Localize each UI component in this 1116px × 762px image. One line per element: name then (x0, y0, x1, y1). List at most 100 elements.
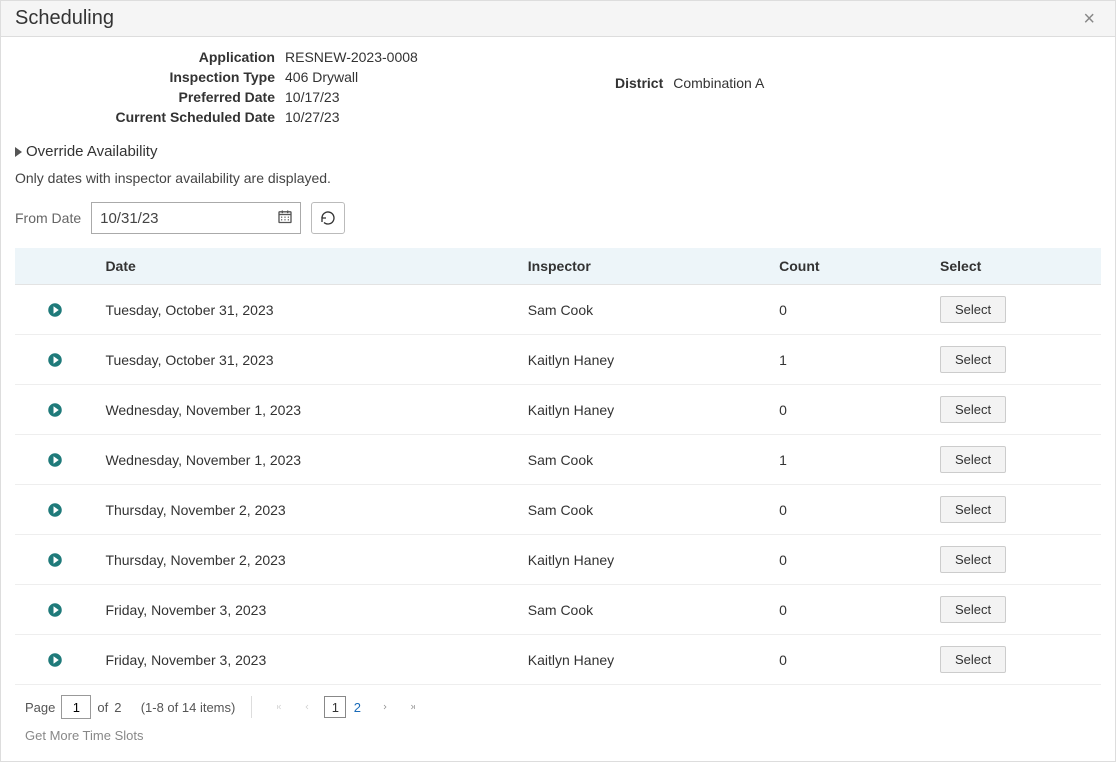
select-button[interactable]: Select (940, 446, 1006, 473)
row-count: 0 (769, 635, 930, 685)
table-body: Tuesday, October 31, 2023Sam Cook0Select… (15, 285, 1101, 685)
pager-footer: Page of 2 (1-8 of 14 items) 12 (15, 685, 1101, 725)
row-date: Thursday, November 2, 2023 (95, 485, 517, 535)
row-icon-cell[interactable] (15, 585, 95, 635)
pager-first-button[interactable] (268, 696, 290, 718)
select-button[interactable]: Select (940, 646, 1006, 673)
info-section: Application RESNEW-2023-0008 Inspection … (15, 49, 1101, 129)
row-count: 0 (769, 285, 930, 335)
pager-next-button[interactable] (374, 696, 396, 718)
row-icon-cell[interactable] (15, 485, 95, 535)
row-date: Friday, November 3, 2023 (95, 585, 517, 635)
info-right-column: District Combination A (615, 49, 1101, 129)
pager-page-label: Page (25, 700, 55, 715)
get-more-row: Get More Time Slots (15, 725, 1101, 757)
field-current-scheduled-date: Current Scheduled Date 10/27/23 (15, 109, 575, 125)
col-header-inspector[interactable]: Inspector (518, 248, 769, 285)
col-header-date[interactable]: Date (95, 248, 517, 285)
row-icon-cell[interactable] (15, 635, 95, 685)
row-icon-cell[interactable] (15, 535, 95, 585)
pager-total-pages: 2 (114, 700, 121, 715)
time-slot-icon (46, 401, 64, 419)
table-row: Thursday, November 2, 2023Sam Cook0 Selec… (15, 485, 1101, 535)
current-scheduled-date-label: Current Scheduled Date (15, 109, 275, 125)
pager-separator (251, 696, 252, 718)
select-button[interactable]: Select (940, 296, 1006, 323)
from-date-input-wrap (91, 202, 301, 234)
refresh-button[interactable] (311, 202, 345, 234)
row-count: 0 (769, 385, 930, 435)
select-button[interactable]: Select (940, 496, 1006, 523)
col-header-count[interactable]: Count (769, 248, 930, 285)
table-row: Friday, November 3, 2023Kaitlyn Haney0Se… (15, 635, 1101, 685)
row-count: 1 (769, 335, 930, 385)
field-preferred-date: Preferred Date 10/17/23 (15, 89, 575, 105)
time-slot-icon (46, 551, 64, 569)
from-date-input[interactable] (91, 202, 301, 234)
field-district: District Combination A (615, 75, 1101, 91)
col-header-icon (15, 248, 95, 285)
modal-header: Scheduling × (1, 1, 1115, 37)
district-value: Combination A (673, 75, 764, 91)
chevron-right-icon (381, 701, 389, 713)
application-label: Application (15, 49, 275, 65)
select-button[interactable]: Select (940, 546, 1006, 573)
time-slot-icon (46, 601, 64, 619)
table-header: Date Inspector Count Select (15, 248, 1101, 285)
row-select-cell: Select (930, 585, 1101, 635)
pager-page-1[interactable]: 1 (324, 696, 346, 718)
row-select-cell: Select (930, 335, 1101, 385)
pager-prev-button[interactable] (296, 696, 318, 718)
preferred-date-value: 10/17/23 (285, 89, 340, 105)
get-more-time-slots-link[interactable]: Get More Time Slots (25, 728, 143, 743)
row-date: Thursday, November 2, 2023 (95, 535, 517, 585)
info-left-column: Application RESNEW-2023-0008 Inspection … (15, 49, 575, 129)
table-row: Wednesday, November 1, 2023Sam Cook1Sele… (15, 435, 1101, 485)
row-date: Wednesday, November 1, 2023 (95, 385, 517, 435)
select-button[interactable]: Select (940, 596, 1006, 623)
row-date: Tuesday, October 31, 2023 (95, 285, 517, 335)
close-button[interactable]: × (1077, 8, 1101, 30)
time-slot-icon (46, 451, 64, 469)
refresh-icon (320, 210, 336, 226)
availability-table: Date Inspector Count Select Tuesday, Oct… (15, 248, 1101, 685)
row-inspector: Kaitlyn Haney (518, 335, 769, 385)
chevron-left-icon (303, 701, 311, 713)
row-inspector: Sam Cook (518, 485, 769, 535)
row-icon-cell[interactable] (15, 285, 95, 335)
select-button[interactable]: Select (940, 346, 1006, 373)
scheduling-modal: Scheduling × Application RESNEW-2023-000… (0, 0, 1116, 762)
table-row: Tuesday, October 31, 2023Sam Cook0 Select (15, 285, 1101, 335)
pager-page-2[interactable]: 2 (346, 696, 368, 718)
time-slot-icon (46, 351, 64, 369)
row-count: 0 (769, 535, 930, 585)
override-availability-toggle[interactable]: Override Availability (15, 143, 1101, 160)
select-button[interactable]: Select (940, 396, 1006, 423)
chevron-first-icon (275, 701, 283, 713)
from-date-row: From Date (15, 202, 1101, 234)
row-count: 1 (769, 435, 930, 485)
availability-note: Only dates with inspector availability a… (15, 170, 1101, 186)
row-icon-cell[interactable] (15, 385, 95, 435)
row-date: Tuesday, October 31, 2023 (95, 335, 517, 385)
table-row: Thursday, November 2, 2023Kaitlyn Haney0… (15, 535, 1101, 585)
table-row: Tuesday, October 31, 2023Kaitlyn Haney1S… (15, 335, 1101, 385)
row-select-cell: Select (930, 485, 1101, 535)
from-date-label: From Date (15, 210, 81, 226)
row-icon-cell[interactable] (15, 335, 95, 385)
row-select-cell: Select (930, 435, 1101, 485)
modal-title: Scheduling (15, 7, 114, 30)
row-count: 0 (769, 585, 930, 635)
row-count: 0 (769, 485, 930, 535)
table-row: Wednesday, November 1, 2023Kaitlyn Haney… (15, 385, 1101, 435)
row-select-cell: Select (930, 635, 1101, 685)
pager-last-button[interactable] (402, 696, 424, 718)
row-inspector: Sam Cook (518, 585, 769, 635)
pager-items-summary: (1-8 of 14 items) (141, 700, 236, 715)
time-slot-icon (46, 651, 64, 669)
row-icon-cell[interactable] (15, 435, 95, 485)
row-inspector: Sam Cook (518, 435, 769, 485)
row-inspector: Sam Cook (518, 285, 769, 335)
time-slot-icon (46, 301, 64, 319)
pager-page-input[interactable] (61, 695, 91, 719)
